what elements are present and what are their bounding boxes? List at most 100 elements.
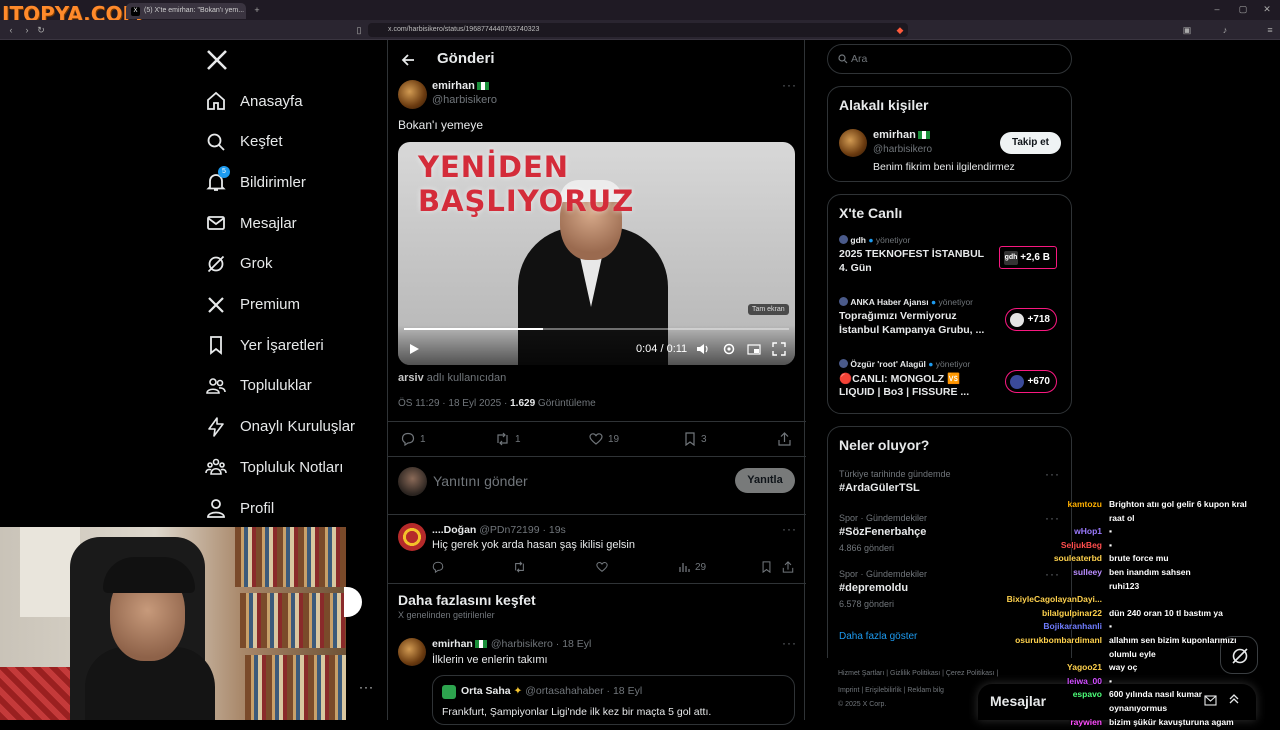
avatar[interactable] bbox=[398, 80, 427, 109]
picture-in-picture-icon[interactable] bbox=[747, 342, 761, 356]
chat-username[interactable]: BixiyleCagolayanDayi... bbox=[1007, 594, 1102, 604]
new-tab-icon[interactable]: + bbox=[252, 5, 262, 15]
related-avatar[interactable] bbox=[839, 129, 867, 157]
reply-views-button[interactable]: 29 bbox=[678, 561, 706, 573]
video-player[interactable]: YENİDEN BAŞLIYORUZ Tam ekran 0:04 / 0:11 bbox=[398, 142, 795, 365]
trends-title: Neler oluyor? bbox=[839, 437, 930, 453]
chat-username[interactable]: wHop1 bbox=[1074, 526, 1102, 536]
reply-avatar[interactable] bbox=[398, 523, 426, 551]
chat-username[interactable]: souleaterbd bbox=[1054, 553, 1102, 563]
nav-item-search[interactable]: Keşfet bbox=[205, 127, 283, 157]
footer-links-2[interactable]: Imprint | Erişilebilirlik | Reklam bilg bbox=[838, 687, 944, 694]
share-button[interactable] bbox=[778, 432, 796, 446]
reply-view-count: 29 bbox=[695, 561, 707, 573]
reply-button[interactable]: 1 bbox=[401, 432, 426, 446]
follow-button[interactable]: Takip et bbox=[1000, 132, 1061, 154]
reply-author-handle[interactable]: @PDn72199 · 19s bbox=[479, 524, 566, 536]
chat-username[interactable]: Yagoo21 bbox=[1067, 662, 1102, 672]
reply-submit-button[interactable]: Yanıtla bbox=[735, 468, 795, 493]
reply-input[interactable]: Yanıtını gönder bbox=[433, 473, 528, 489]
chat-username[interactable]: Bojikaranhanli bbox=[1043, 621, 1102, 631]
music-icon[interactable]: ♪ bbox=[1220, 25, 1230, 35]
chat-message: kamtozu Brighton atıı gol gelir 6 kupon k… bbox=[995, 499, 1280, 513]
reply-repost-button[interactable] bbox=[513, 561, 531, 573]
footer-links-1[interactable]: Hizmet Şartları | Gizlilik Politikası | … bbox=[838, 670, 998, 677]
back-nav-icon[interactable]: ‹ bbox=[6, 25, 16, 35]
nav-item-communities[interactable]: Topluluklar bbox=[205, 371, 312, 401]
chat-username[interactable]: bilalgulpinar22 bbox=[1042, 608, 1102, 618]
author-handle[interactable]: @harbisikero bbox=[432, 94, 497, 106]
back-arrow-icon[interactable] bbox=[400, 52, 416, 68]
nav-item-x-logo[interactable]: Premium bbox=[205, 290, 300, 320]
video-source-user[interactable]: arsiv bbox=[398, 372, 424, 384]
like-button[interactable]: 19 bbox=[589, 432, 619, 446]
search-input[interactable]: Ara bbox=[851, 53, 867, 65]
quoted-post[interactable]: Orta Saha ✦ @ortasahahaber · 18 Eyl Fran… bbox=[432, 675, 795, 725]
reload-icon[interactable]: ↻ bbox=[36, 25, 46, 35]
volume-icon[interactable] bbox=[696, 342, 710, 356]
nav-item-bookmark[interactable]: Yer İşaretleri bbox=[205, 330, 324, 360]
user-avatar[interactable] bbox=[398, 467, 427, 496]
author-name[interactable]: emirhan bbox=[432, 80, 475, 92]
forward-nav-icon[interactable]: › bbox=[22, 25, 32, 35]
account-more-icon[interactable]: ··· bbox=[359, 680, 374, 694]
bookmark-count: 3 bbox=[701, 433, 707, 445]
menu-icon[interactable]: ≡ bbox=[1265, 25, 1275, 35]
more-options-icon[interactable]: ··· bbox=[782, 78, 797, 92]
address-bar-row: ‹ › ↻ ▯ x.com/harbisikero/status/1968774… bbox=[0, 20, 1280, 40]
x-logo-icon[interactable] bbox=[205, 48, 229, 72]
maximize-icon[interactable]: ▢ bbox=[1238, 4, 1248, 14]
live-listeners-pill[interactable]: gdh +2,6 B bbox=[999, 246, 1057, 269]
discover-author-handle[interactable]: @harbisikero · 18 Eyl bbox=[491, 638, 592, 650]
bookmark-page-icon[interactable]: ▯ bbox=[354, 25, 364, 35]
video-progress-fill bbox=[404, 328, 543, 330]
chat-username[interactable]: raywien bbox=[1070, 717, 1102, 727]
browser-tab[interactable]: X (5) X'te emirhan: "Bokan'ı yem... bbox=[126, 3, 246, 19]
close-window-icon[interactable]: ✕ bbox=[1262, 4, 1272, 14]
show-more-link[interactable]: Daha fazla göster bbox=[839, 631, 917, 642]
chat-message: ruhi123 bbox=[995, 581, 1280, 595]
settings-gear-icon[interactable] bbox=[722, 342, 736, 356]
live-listeners-pill[interactable]: +718 bbox=[1005, 308, 1057, 331]
chat-username[interactable]: SeljukBeg bbox=[1061, 540, 1102, 550]
chat-username[interactable]: leiwa_00 bbox=[1067, 676, 1102, 686]
extensions-icon[interactable]: ▣ bbox=[1182, 25, 1192, 35]
post-timestamp[interactable]: ÖS 11:29 · 18 Eyl 2025 · bbox=[398, 398, 510, 409]
reply-share-button[interactable] bbox=[782, 561, 799, 573]
bookmark-button[interactable]: 3 bbox=[684, 432, 707, 446]
fullscreen-icon[interactable] bbox=[772, 342, 786, 356]
search-box[interactable]: Ara bbox=[827, 44, 1072, 74]
trend-more-icon[interactable]: ··· bbox=[1045, 467, 1060, 481]
nav-item-grok[interactable]: Grok bbox=[205, 249, 273, 279]
reply-reply-button[interactable] bbox=[432, 561, 449, 573]
nav-item-community-notes[interactable]: Topluluk Notları bbox=[205, 452, 343, 482]
nav-item-mail[interactable]: Mesajlar bbox=[205, 208, 297, 238]
discover-avatar[interactable] bbox=[398, 638, 426, 666]
live-listeners-pill[interactable]: +670 bbox=[1005, 370, 1057, 393]
fullscreen-tooltip: Tam ekran bbox=[748, 304, 789, 315]
play-icon[interactable] bbox=[408, 343, 420, 355]
reply-like-button[interactable] bbox=[596, 561, 613, 573]
chat-username[interactable]: osurukbombardimanl bbox=[1015, 635, 1102, 645]
url-input[interactable]: x.com/harbisikero/status/196877444076374… bbox=[368, 23, 908, 37]
chat-message: raat ol bbox=[995, 513, 1280, 527]
discover-author-name[interactable]: emirhan bbox=[432, 638, 473, 650]
reply-author-name[interactable]: ....Doğan bbox=[432, 524, 476, 536]
chat-username[interactable]: kamtozu bbox=[1068, 499, 1102, 509]
nav-item-bell[interactable]: 5 Bildirimler bbox=[205, 166, 306, 197]
nav-item-home[interactable]: Anasayfa bbox=[205, 86, 303, 116]
brave-shield-icon[interactable]: ◆ bbox=[895, 25, 905, 35]
related-name[interactable]: emirhan bbox=[873, 129, 916, 141]
minimize-icon[interactable]: – bbox=[1212, 4, 1222, 14]
nav-item-lightning[interactable]: Onaylı Kuruluşlar bbox=[205, 412, 355, 442]
related-handle[interactable]: @harbisikero bbox=[873, 144, 932, 155]
repost-button[interactable]: 1 bbox=[495, 432, 521, 446]
nav-item-person[interactable]: Profil bbox=[205, 493, 274, 523]
more-options-icon[interactable]: ··· bbox=[782, 636, 797, 650]
more-options-icon[interactable]: ··· bbox=[782, 522, 797, 536]
video-progress-bar[interactable] bbox=[404, 328, 789, 330]
chat-username[interactable]: sulleey bbox=[1073, 567, 1102, 577]
nav-label: Anasayfa bbox=[240, 92, 303, 110]
reply-bookmark-button[interactable] bbox=[761, 561, 777, 573]
chat-username[interactable]: espavo bbox=[1073, 689, 1102, 699]
